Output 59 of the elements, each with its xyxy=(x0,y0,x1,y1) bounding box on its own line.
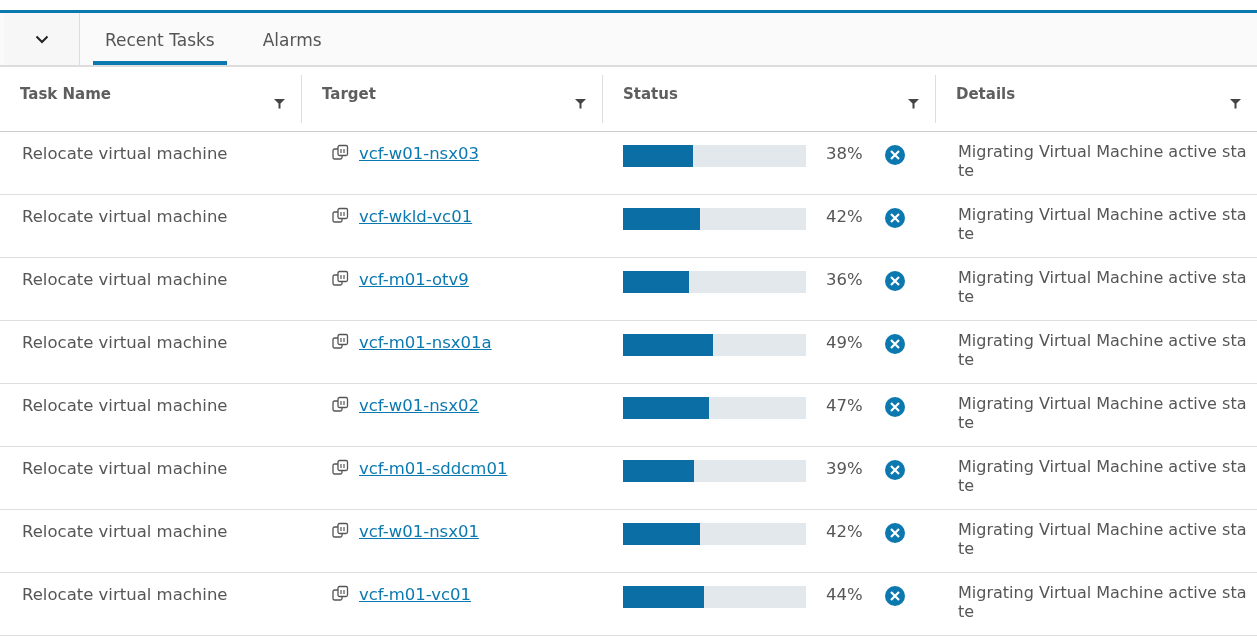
column-header[interactable]: Target xyxy=(302,75,603,123)
progress-percent: 42% xyxy=(826,207,864,226)
target-link[interactable]: vcf-w01-nsx02 xyxy=(359,396,479,415)
cancel-icon[interactable] xyxy=(884,459,906,481)
task-name-text: Relocate virtual machine xyxy=(22,333,228,352)
filter-icon[interactable] xyxy=(908,97,919,109)
virtual-machine-icon xyxy=(332,207,349,224)
details-text: Migrating Virtual Machine active state xyxy=(958,583,1248,622)
details-text: Migrating Virtual Machine active state xyxy=(958,268,1248,307)
target-link[interactable]: vcf-w01-nsx01 xyxy=(359,522,479,541)
virtual-machine-icon xyxy=(332,270,349,287)
column-header[interactable]: Status xyxy=(603,75,936,123)
chevron-down-icon xyxy=(34,34,49,44)
target-link[interactable]: vcf-w01-nsx03 xyxy=(359,144,479,163)
column-header[interactable]: Task Name xyxy=(0,75,302,123)
details-text: Migrating Virtual Machine active state xyxy=(958,520,1248,559)
virtual-machine-icon xyxy=(332,333,349,350)
target-link[interactable]: vcf-m01-nsx01a xyxy=(359,333,492,352)
virtual-machine-icon xyxy=(332,459,349,476)
details-text: Migrating Virtual Machine active state xyxy=(958,394,1248,433)
virtual-machine-icon xyxy=(332,585,349,602)
details-text: Migrating Virtual Machine active state xyxy=(958,331,1248,370)
filter-icon[interactable] xyxy=(575,97,586,109)
filter-icon[interactable] xyxy=(1230,97,1241,109)
task-name-text: Relocate virtual machine xyxy=(22,144,228,163)
target-link[interactable]: vcf-m01-sddcm01 xyxy=(359,459,508,478)
tab[interactable]: Recent Tasks xyxy=(93,13,227,65)
cancel-icon[interactable] xyxy=(884,522,906,544)
virtual-machine-icon xyxy=(332,396,349,413)
progress-percent: 39% xyxy=(826,459,864,478)
progress-percent: 44% xyxy=(826,585,864,604)
cancel-icon[interactable] xyxy=(884,144,906,166)
target-link[interactable]: vcf-wkld-vc01 xyxy=(359,207,473,226)
virtual-machine-icon xyxy=(332,522,349,539)
virtual-machine-icon xyxy=(332,144,349,161)
cancel-icon[interactable] xyxy=(884,333,906,355)
details-text: Migrating Virtual Machine active state xyxy=(958,142,1248,181)
task-name-text: Relocate virtual machine xyxy=(22,522,228,541)
progress-percent: 47% xyxy=(826,396,864,415)
tab[interactable]: Alarms xyxy=(250,13,334,65)
task-name-text: Relocate virtual machine xyxy=(22,396,228,415)
progress-percent: 42% xyxy=(826,522,864,541)
progress-percent: 38% xyxy=(826,144,864,163)
details-text: Migrating Virtual Machine active state xyxy=(958,457,1248,496)
task-name-text: Relocate virtual machine xyxy=(22,459,228,478)
target-link[interactable]: vcf-m01-otv9 xyxy=(359,270,469,289)
progress-percent: 49% xyxy=(826,333,864,352)
details-text: Migrating Virtual Machine active state xyxy=(958,205,1248,244)
filter-icon[interactable] xyxy=(274,97,285,109)
progress-percent: 36% xyxy=(826,270,864,289)
cancel-icon[interactable] xyxy=(884,585,906,607)
task-name-text: Relocate virtual machine xyxy=(22,270,228,289)
cancel-icon[interactable] xyxy=(884,207,906,229)
target-link[interactable]: vcf-m01-vc01 xyxy=(359,585,472,604)
task-name-text: Relocate virtual machine xyxy=(22,207,228,226)
column-header[interactable]: Details xyxy=(936,75,1257,123)
cancel-icon[interactable] xyxy=(884,270,906,292)
task-name-text: Relocate virtual machine xyxy=(22,585,228,604)
cancel-icon[interactable] xyxy=(884,396,906,418)
